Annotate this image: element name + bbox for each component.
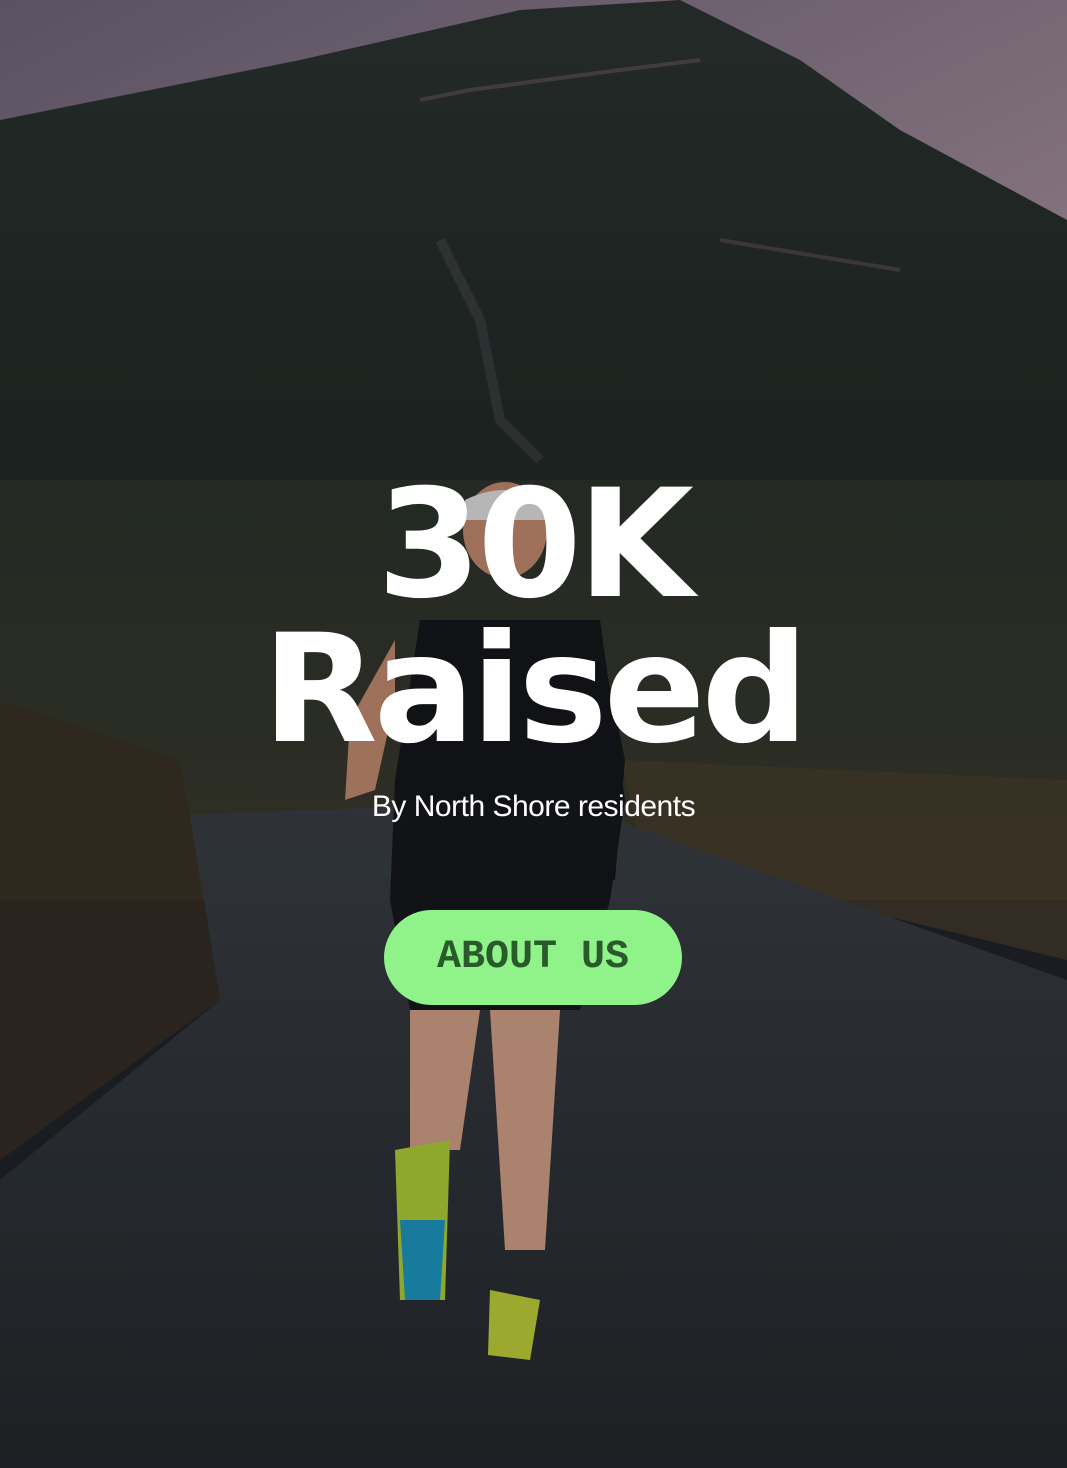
about-us-button[interactable]: ABOUT US (384, 910, 682, 1005)
hero-subtitle: By North Shore residents (371, 790, 696, 823)
headline-raised: Raised (262, 603, 809, 777)
headline-amount: 30K (377, 458, 694, 632)
hero-section: 30K Raised By North Shore residents ABOU… (0, 0, 1067, 1468)
